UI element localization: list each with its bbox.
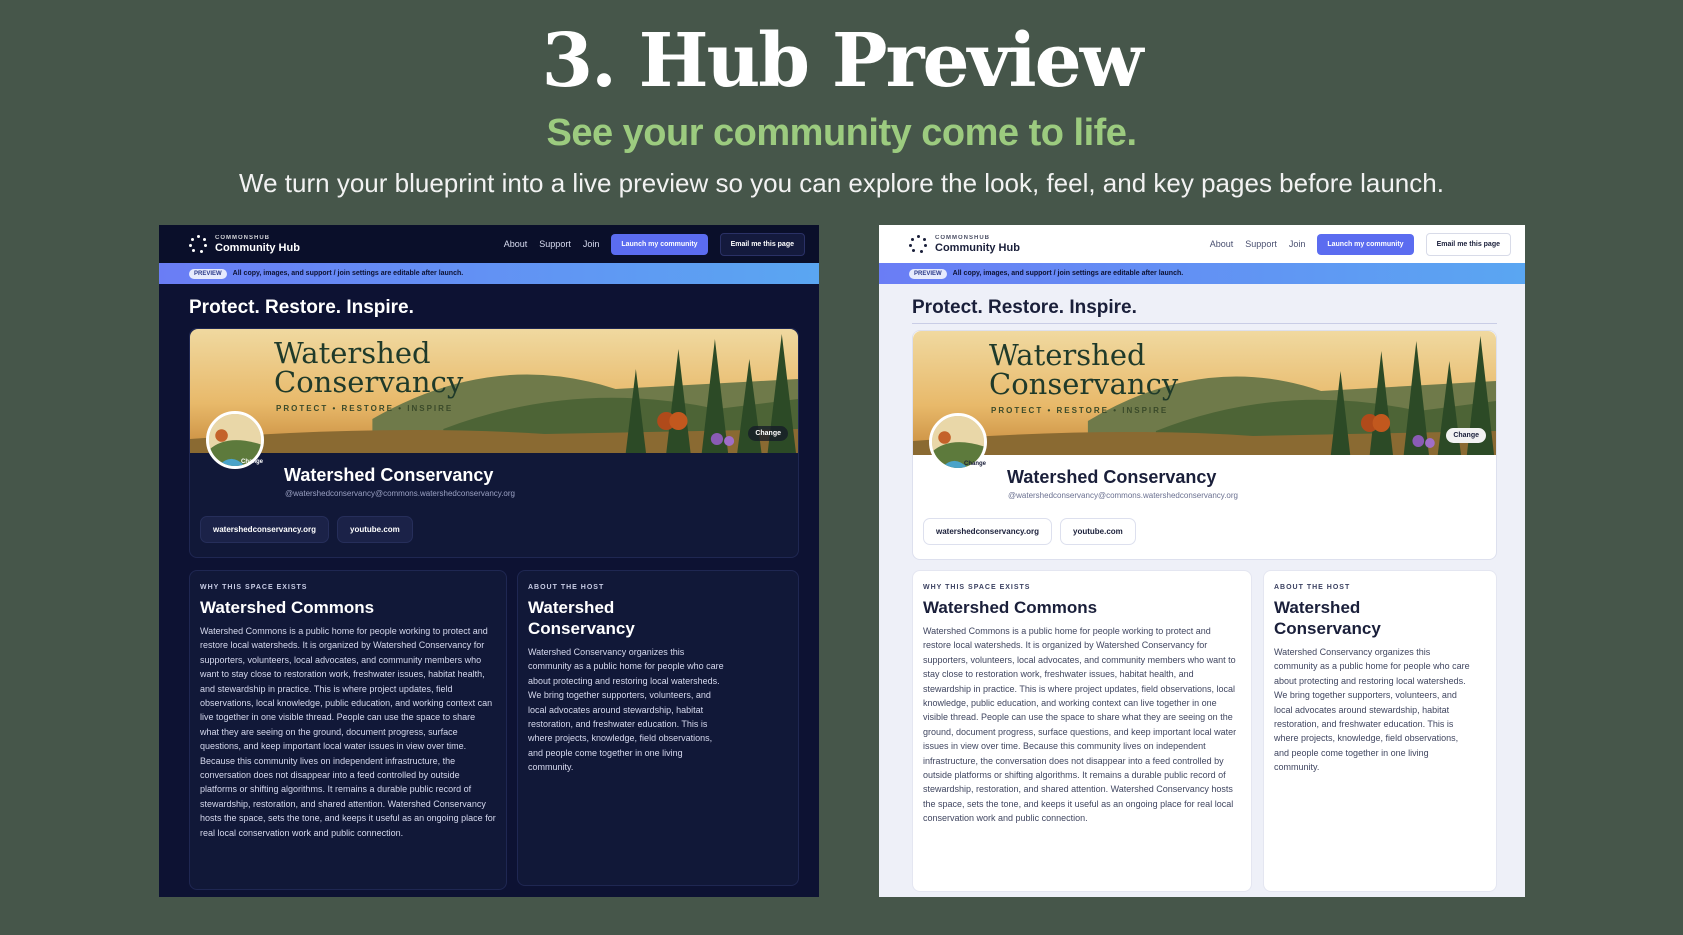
nav-support[interactable]: Support (1245, 239, 1277, 249)
top-nav: COMMONSHUB Community Hub About Support J… (159, 225, 819, 263)
slide-title: 3. Hub Preview (541, 18, 1144, 104)
link-youtube[interactable]: youtube.com (337, 516, 413, 543)
commonshub-logo-icon (189, 235, 207, 253)
banner-title-line1: Watershed (274, 336, 431, 370)
host-card: ABOUT THE HOST Watershed Conservancy Wat… (1263, 570, 1497, 892)
nav-join[interactable]: Join (1289, 239, 1306, 249)
host-eyebrow: ABOUT THE HOST (528, 584, 605, 591)
org-handle: @watershedconservancy@commons.watershedc… (1008, 491, 1238, 500)
email-page-button[interactable]: Email me this page (719, 232, 805, 256)
banner-title-line2: Conservancy (989, 367, 1179, 401)
commonshub-logo-icon (909, 235, 927, 253)
banner-title-line1: Watershed (989, 338, 1146, 372)
email-page-button[interactable]: Email me this page (1425, 232, 1511, 256)
brand[interactable]: COMMONSHUB Community Hub (909, 235, 1020, 254)
preview-note: All copy, images, and support / join set… (952, 270, 1184, 277)
org-name: Watershed Conservancy (1007, 467, 1217, 487)
launch-community-button[interactable]: Launch my community (1317, 233, 1414, 255)
brand[interactable]: COMMONSHUB Community Hub (189, 235, 300, 254)
top-nav: COMMONSHUB Community Hub About Support J… (879, 225, 1525, 263)
banner-image: Watershed Conservancy PROTECT • RESTORE … (913, 331, 1496, 455)
host-body: Watershed Conservancy organizes this com… (528, 647, 724, 773)
preview-banner: PREVIEW All copy, images, and support / … (879, 263, 1525, 284)
brand-small: COMMONSHUB (935, 234, 990, 241)
avatar-change-button[interactable]: Change (964, 461, 986, 467)
slide-subtitle: See your community come to life. (546, 112, 1137, 154)
preview-note: All copy, images, and support / join set… (232, 270, 464, 277)
banner-title-line2: Conservancy (274, 365, 464, 399)
banner-tagline: PROTECT • RESTORE • INSPIRE (276, 404, 454, 413)
launch-community-button[interactable]: Launch my community (611, 233, 708, 255)
why-body: Watershed Commons is a public home for p… (923, 626, 1237, 824)
slide-description: We turn your blueprint into a live previ… (239, 168, 1444, 198)
preview-pill: PREVIEW (189, 268, 227, 279)
dark-theme-preview: COMMONSHUB Community Hub About Support J… (159, 225, 819, 897)
host-body: Watershed Conservancy organizes this com… (1274, 647, 1470, 773)
banner-change-button[interactable]: Change (1446, 428, 1486, 443)
link-website[interactable]: watershedconservancy.org (200, 516, 330, 543)
nav-join[interactable]: Join (583, 239, 600, 249)
brand-name: Community Hub (215, 241, 300, 254)
banner-change-button[interactable]: Change (748, 426, 788, 441)
page-headline: Protect. Restore. Inspire. (189, 297, 414, 318)
nav-about[interactable]: About (1210, 239, 1234, 249)
why-title: Watershed Commons (200, 598, 375, 617)
preview-pill: PREVIEW (909, 268, 947, 279)
nav-support[interactable]: Support (539, 239, 571, 249)
why-body: Watershed Commons is a public home for p… (200, 626, 496, 838)
link-youtube[interactable]: youtube.com (1060, 518, 1136, 545)
why-card: WHY THIS SPACE EXISTS Watershed Commons … (189, 570, 507, 890)
brand-name: Community Hub (935, 241, 1020, 254)
host-title: Watershed Conservancy (1274, 598, 1381, 638)
preview-banner: PREVIEW All copy, images, and support / … (159, 263, 819, 284)
org-handle: @watershedconservancy@commons.watershedc… (285, 489, 515, 498)
banner-image: Watershed Conservancy PROTECT • RESTORE … (190, 329, 798, 453)
host-eyebrow: ABOUT THE HOST (1274, 584, 1351, 591)
org-name: Watershed Conservancy (284, 465, 494, 485)
page-headline: Protect. Restore. Inspire. (912, 297, 1137, 318)
profile-card: Watershed Conservancy PROTECT • RESTORE … (189, 328, 799, 558)
why-eyebrow: WHY THIS SPACE EXISTS (923, 584, 1031, 591)
profile-card: Watershed Conservancy PROTECT • RESTORE … (912, 330, 1497, 560)
why-eyebrow: WHY THIS SPACE EXISTS (200, 584, 308, 591)
avatar-change-button[interactable]: Change (241, 459, 263, 465)
why-card: WHY THIS SPACE EXISTS Watershed Commons … (912, 570, 1252, 892)
host-card: ABOUT THE HOST Watershed Conservancy Wat… (517, 570, 799, 886)
host-title: Watershed Conservancy (528, 598, 635, 638)
why-title: Watershed Commons (923, 598, 1098, 617)
brand-small: COMMONSHUB (215, 234, 270, 241)
light-theme-preview: COMMONSHUB Community Hub About Support J… (879, 225, 1525, 897)
link-website[interactable]: watershedconservancy.org (923, 518, 1053, 545)
nav-about[interactable]: About (504, 239, 528, 249)
headline-divider (912, 323, 1497, 324)
banner-tagline: PROTECT • RESTORE • INSPIRE (991, 406, 1169, 415)
